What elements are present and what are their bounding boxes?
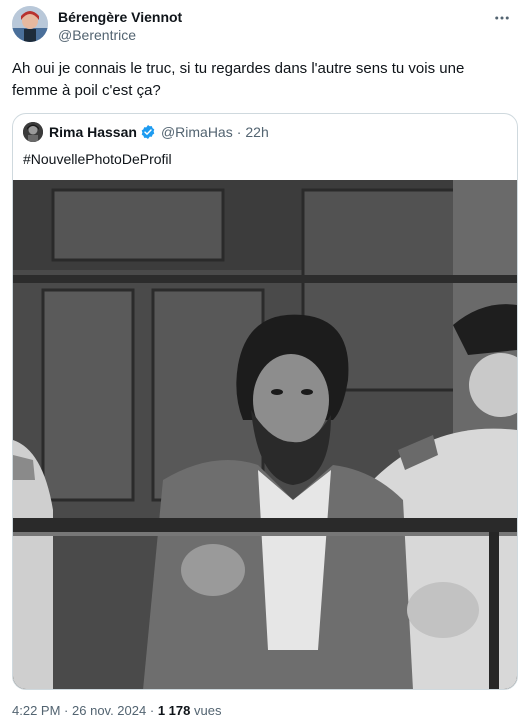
quoted-author-avatar[interactable]	[23, 122, 43, 142]
verified-icon	[141, 125, 155, 139]
quoted-avatar-image	[23, 122, 43, 142]
tweet-time[interactable]: 4:22 PM	[12, 703, 60, 718]
quoted-handle[interactable]: @RimaHas	[161, 124, 233, 140]
author-names: Bérengère Viennot @Berentrice	[58, 8, 182, 44]
quoted-timestamp[interactable]: 22h	[245, 124, 268, 140]
author-handle[interactable]: @Berentrice	[58, 26, 182, 44]
more-options-button[interactable]	[490, 6, 514, 30]
meta-separator: ·	[64, 703, 69, 718]
quoted-tweet-text[interactable]: #NouvellePhotoDeProfil	[23, 150, 172, 168]
quoted-separator: ·	[236, 124, 242, 140]
author-avatar[interactable]	[12, 6, 48, 42]
author-avatar-image	[12, 6, 48, 42]
tweet-date[interactable]: 26 nov. 2024	[72, 703, 146, 718]
tweet-header: Bérengère Viennot @Berentrice	[12, 6, 516, 46]
tweet-text: Ah oui je connais le truc, si tu regarde…	[12, 60, 469, 99]
tweet-meta: 4:22 PM · 26 nov. 2024 · 1 178 vues	[12, 702, 221, 720]
quoted-display-name[interactable]: Rima Hassan	[49, 124, 137, 140]
meta-separator-2: ·	[149, 703, 155, 718]
quoted-tweet-header: Rima Hassan @RimaHas · 22h	[23, 122, 269, 142]
quoted-tweet-card[interactable]: Rima Hassan @RimaHas · 22h #NouvellePhot…	[12, 113, 518, 690]
more-icon	[495, 16, 509, 20]
views-count: 1 178	[157, 703, 191, 718]
views-label: vues	[194, 703, 222, 718]
author-display-name[interactable]: Bérengère Viennot	[58, 8, 182, 26]
quoted-tweet-photo[interactable]	[13, 180, 517, 689]
photo-image	[13, 180, 517, 689]
